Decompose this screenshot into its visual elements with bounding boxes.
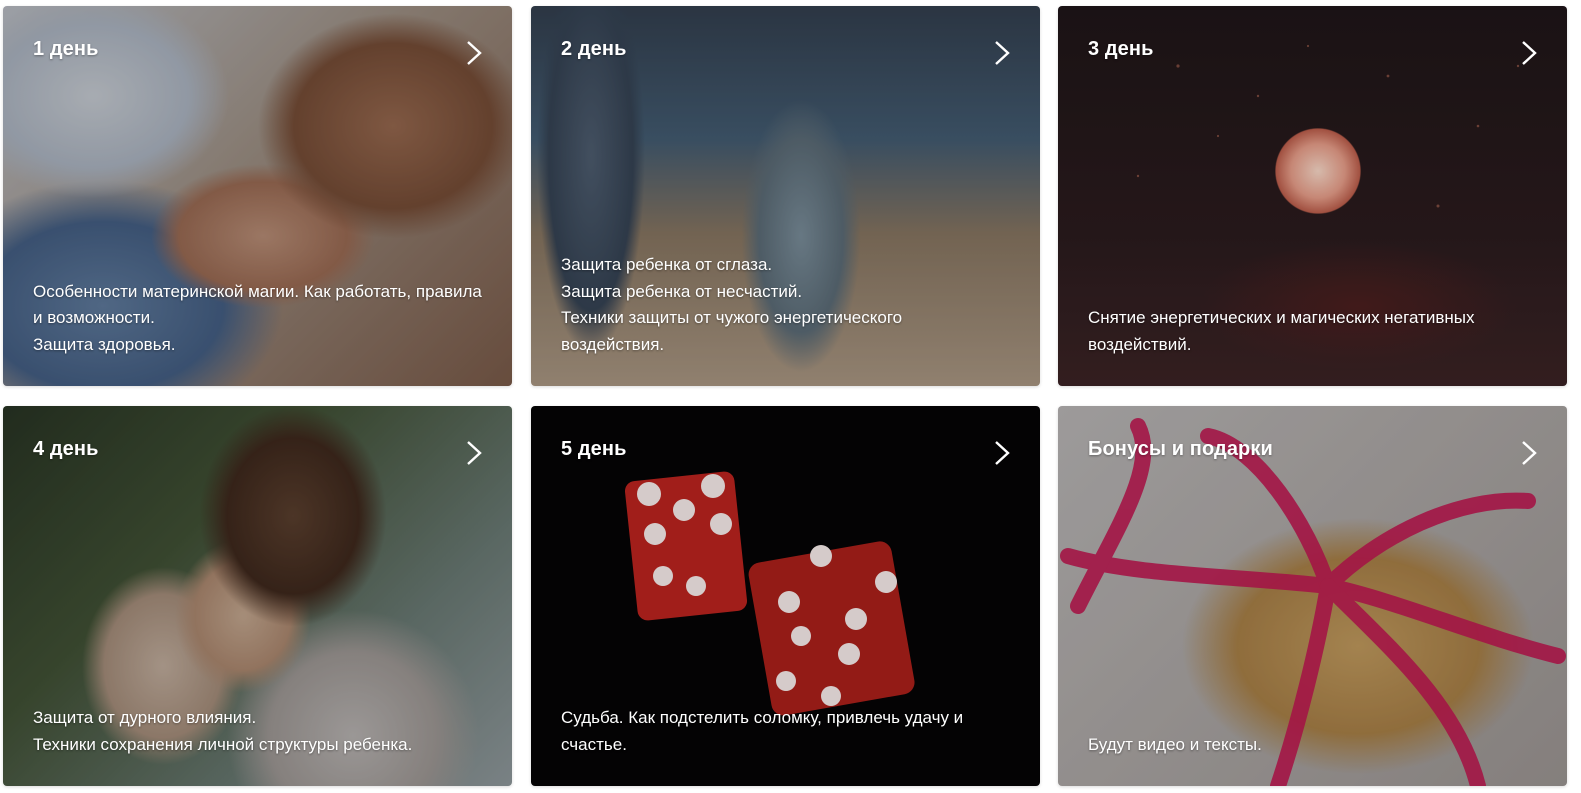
card-title: 2 день [561, 38, 627, 60]
card-description: Защита ребенка от сглаза. Защита ребенка… [561, 252, 1010, 358]
description-line: Защита здоровья. [33, 334, 176, 354]
card-title: 5 день [561, 438, 627, 460]
description-line: Защита ребенка от сглаза. [561, 255, 773, 274]
description-line: Будут видео и тексты. [1088, 734, 1262, 754]
day-3-card[interactable]: 3 день Снятие энергетических и магически… [1058, 6, 1567, 386]
card-description: Защита от дурного влияния. Техники сохра… [33, 705, 482, 758]
description-line: воздействий. [1088, 334, 1192, 354]
day-1-card[interactable]: 1 день Особенности материнской магии. Ка… [3, 6, 512, 386]
description-line: Судьба. Как подстелить соломку, привлечь… [561, 708, 964, 727]
chevron-right-icon[interactable] [1519, 440, 1539, 466]
description-line: и возможности. [33, 308, 155, 327]
description-line: воздействия. [561, 334, 665, 354]
card-description: Снятие энергетических и магических негат… [1088, 305, 1537, 358]
description-line: Защита ребенка от несчастий. [561, 281, 803, 301]
card-description: Особенности материнской магии. Как работ… [33, 279, 482, 359]
card-title: 3 день [1088, 38, 1154, 60]
chevron-right-icon[interactable] [464, 40, 484, 66]
chevron-right-icon[interactable] [464, 440, 484, 466]
card-title: 4 день [33, 438, 99, 460]
card-title: Бонусы и подарки [1088, 438, 1273, 460]
day-2-card[interactable]: 2 день Защита ребенка от сглаза. Защита … [531, 6, 1040, 386]
description-line: Техники сохранения личной структуры ребе… [33, 734, 413, 754]
bonuses-card[interactable]: Бонусы и подарки Будут видео и тексты. [1058, 406, 1567, 786]
program-grid: 1 день Особенности материнской магии. Ка… [0, 0, 1581, 793]
card-title: 1 день [33, 38, 99, 60]
description-line: Защита от дурного влияния. [33, 708, 257, 727]
description-line: Особенности материнской магии. Как работ… [33, 281, 482, 301]
card-description: Судьба. Как подстелить соломку, привлечь… [561, 705, 1010, 758]
day-5-card[interactable]: 5 день Судьба. Как подстелить соломку, п… [531, 406, 1040, 786]
description-line: счастье. [561, 734, 627, 754]
description-line: Техники защиты от чужого энергетического [561, 308, 903, 327]
description-line: Снятие энергетических и магических негат… [1088, 308, 1475, 327]
card-description: Будут видео и тексты. [1088, 732, 1537, 759]
chevron-right-icon[interactable] [992, 40, 1012, 66]
chevron-right-icon[interactable] [1519, 40, 1539, 66]
day-4-card[interactable]: 4 день Защита от дурного влияния. Техник… [3, 406, 512, 786]
chevron-right-icon[interactable] [992, 440, 1012, 466]
